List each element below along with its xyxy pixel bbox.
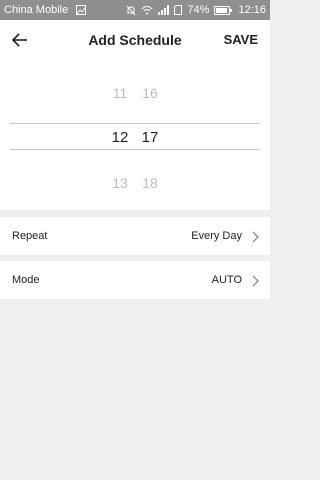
minute-option-next[interactable]: 18 [138, 175, 162, 191]
hour-option-prev[interactable]: 11 [108, 85, 132, 101]
picker-divider-top [10, 123, 260, 124]
carrier-label: China Mobile [4, 4, 69, 16]
repeat-row[interactable]: Repeat Every Day [0, 217, 270, 255]
sd-card-icon [174, 5, 183, 15]
minute-option-selected[interactable]: 17 [138, 129, 162, 146]
battery-icon [214, 5, 233, 15]
hour-option-next[interactable]: 13 [108, 175, 132, 191]
chevron-right-icon [250, 230, 260, 243]
hour-option-selected[interactable]: 12 [108, 129, 132, 146]
signal-icon [158, 5, 170, 15]
clock: 12:16 [238, 4, 266, 16]
mode-value: AUTO [211, 274, 242, 286]
mode-label: Mode [12, 274, 40, 286]
picker-divider-bottom [10, 149, 260, 150]
status-left: China Mobile [4, 0, 87, 20]
image-icon [76, 5, 87, 15]
repeat-label: Repeat [12, 230, 48, 242]
mute-icon [126, 5, 136, 16]
time-picker[interactable]: 11 12 13 16 17 18 [0, 60, 270, 210]
status-bar: China Mobile 74% 12:16 [0, 0, 270, 20]
save-button[interactable]: SAVE [224, 20, 258, 60]
battery-percent: 74% [187, 4, 210, 16]
app-header: Add Schedule SAVE [0, 20, 270, 60]
wifi-icon [141, 5, 153, 15]
chevron-right-icon [250, 274, 260, 287]
minute-option-prev[interactable]: 16 [138, 85, 162, 101]
mode-row[interactable]: Mode AUTO [0, 261, 270, 299]
repeat-value: Every Day [191, 230, 242, 242]
status-right: 74% 12:16 [121, 0, 266, 20]
